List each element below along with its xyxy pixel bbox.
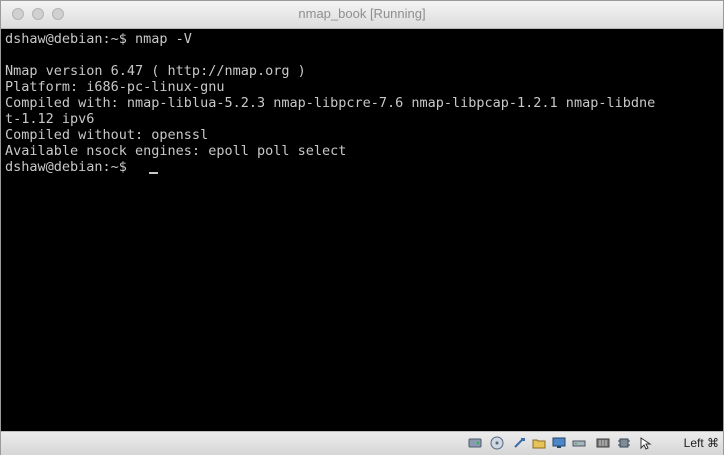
terminal-line: Compiled without: openssl bbox=[5, 127, 209, 143]
host-key-label: Left ⌘ bbox=[683, 436, 719, 450]
status-bar: Left ⌘ bbox=[1, 431, 723, 455]
mouse-integration-icon[interactable] bbox=[638, 436, 652, 450]
window-title: nmap_book [Running] bbox=[298, 6, 426, 21]
terminal-screen[interactable]: dshaw@debian:~$ nmap -V Nmap version 6.4… bbox=[1, 29, 723, 431]
terminal-line: Platform: i686-pc-linux-gnu bbox=[5, 79, 225, 95]
recording-icon[interactable] bbox=[596, 436, 610, 450]
shared-folder-icon[interactable] bbox=[532, 436, 546, 450]
vm-window: nmap_book [Running] dshaw@debian:~$ nmap… bbox=[0, 0, 724, 455]
usb-icon[interactable] bbox=[512, 436, 526, 450]
text-cursor bbox=[149, 172, 158, 174]
title-bar[interactable]: nmap_book [Running] bbox=[1, 1, 723, 29]
network-icon[interactable] bbox=[572, 436, 586, 450]
terminal-line: Nmap version 6.47 ( http://nmap.org ) bbox=[5, 63, 306, 79]
terminal-line: t-1.12 ipv6 bbox=[5, 111, 95, 127]
optical-drive-icon[interactable] bbox=[490, 436, 504, 450]
terminal-line: Available nsock engines: epoll poll sele… bbox=[5, 143, 347, 159]
cpu-icon[interactable] bbox=[617, 436, 631, 450]
terminal-prompt-line: dshaw@debian:~$ bbox=[5, 159, 136, 175]
terminal-line: dshaw@debian:~$ nmap -V bbox=[5, 31, 192, 47]
display-icon[interactable] bbox=[552, 436, 566, 450]
hard-disk-icon[interactable] bbox=[468, 436, 482, 450]
terminal-line: Compiled with: nmap-liblua-5.2.3 nmap-li… bbox=[5, 95, 656, 111]
